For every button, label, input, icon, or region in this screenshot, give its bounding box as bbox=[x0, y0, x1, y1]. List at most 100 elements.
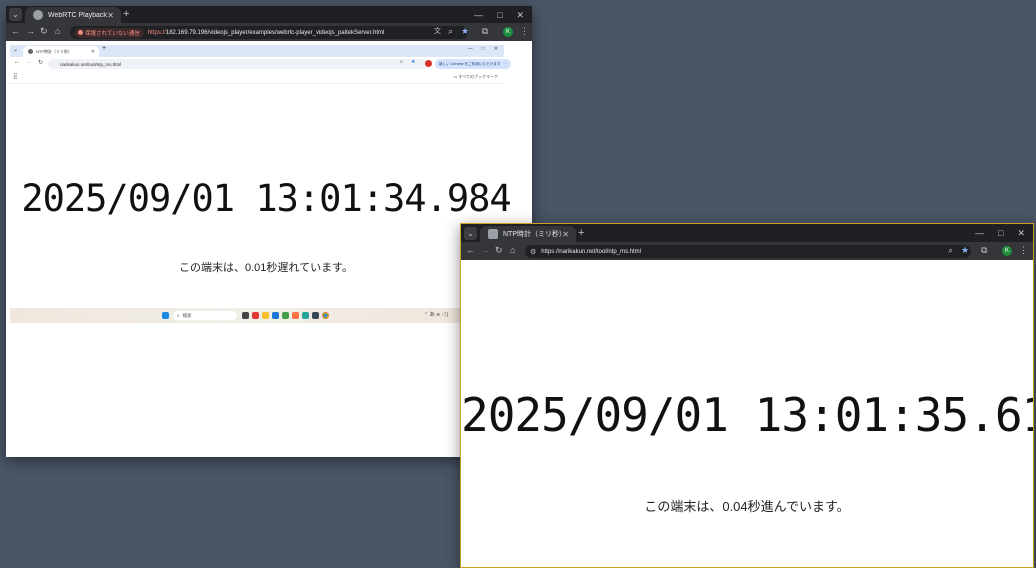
vlc-icon bbox=[291, 312, 299, 319]
inner-close-icon: ✕ bbox=[493, 46, 498, 52]
edge-icon bbox=[301, 312, 309, 319]
home-icon[interactable]: ⌂ bbox=[510, 245, 515, 255]
apps-grid-icon: ⣿ bbox=[13, 74, 18, 80]
inner-toolbar: ← → ↻ narikakun.net/tool/ntp_ms.html ⌕ ★… bbox=[10, 57, 512, 71]
inner-avatar bbox=[425, 60, 432, 67]
inner-bookmarks-text: すべてのブックマーク bbox=[458, 74, 498, 79]
minimize-icon[interactable]: — bbox=[975, 228, 984, 239]
warning-icon bbox=[78, 30, 83, 35]
app-icon bbox=[281, 312, 289, 319]
window-controls: — □ ✕ bbox=[975, 228, 1025, 239]
home-icon[interactable]: ⌂ bbox=[55, 26, 60, 36]
bookmark-star-icon[interactable]: ★ bbox=[961, 245, 969, 256]
inner-title-bar: ⌄ NTP時計（ミリ秒） ✕ + — □ ✕ bbox=[10, 45, 504, 57]
tab-search-dropdown-icon[interactable]: ⌄ bbox=[9, 8, 22, 21]
inner-offset-message: この端末は、0.01秒遅れています。 bbox=[179, 262, 353, 274]
inner-bookmarks-bar: ⣿ ▭ すべてのブックマーク bbox=[10, 71, 504, 84]
close-tab-icon[interactable]: ✕ bbox=[562, 230, 569, 239]
minimize-icon[interactable]: — bbox=[474, 10, 483, 21]
terminal-icon bbox=[311, 312, 319, 319]
inner-maximize-icon: □ bbox=[481, 46, 485, 52]
bookmark-star-icon[interactable]: ★ bbox=[461, 26, 469, 37]
close-window-icon[interactable]: ✕ bbox=[1017, 228, 1025, 239]
offset-message: この端末は、0.04秒進んでいます。 bbox=[644, 499, 850, 514]
inner-favicon bbox=[28, 49, 33, 54]
profile-avatar[interactable]: K bbox=[1002, 246, 1012, 256]
back-browser-window: ⌄ WebRTC Playback demo ✕ + — □ ✕ ← → ↻ ⌂… bbox=[6, 6, 532, 457]
inner-address-bar: narikakun.net/tool/ntp_ms.html bbox=[48, 59, 428, 69]
close-window-icon[interactable]: ✕ bbox=[516, 10, 524, 21]
back-title-bar: ⌄ WebRTC Playback demo ✕ + — □ ✕ bbox=[6, 6, 532, 23]
inner-bookmarks-label: ▭ すべてのブックマーク bbox=[454, 74, 498, 80]
address-bar[interactable]: ⚙ https://narikakun.net/tool/ntp_ms.html bbox=[525, 245, 971, 258]
translate-icon[interactable]: 文 bbox=[434, 26, 441, 36]
inner-tab-ntp: NTP時計（ミリ秒） ✕ bbox=[23, 46, 99, 57]
address-bar[interactable]: 保護されていない通信 https://182.169.79.196/videoj… bbox=[70, 26, 468, 39]
back-icon[interactable]: ← bbox=[466, 245, 475, 255]
front-toolbar: ← → ↻ ⌂ ⚙ https://narikakun.net/tool/ntp… bbox=[461, 242, 1033, 260]
copilot-icon bbox=[251, 312, 259, 319]
chrome-icon bbox=[321, 312, 329, 319]
globe-icon bbox=[33, 10, 43, 20]
inner-tab-dropdown-icon: ⌄ bbox=[13, 47, 19, 53]
inner-taskbar-search: ⌕ 検索 bbox=[173, 311, 237, 320]
security-badge-label: 保護されていない通信 bbox=[85, 30, 140, 37]
back-icon[interactable]: ← bbox=[11, 26, 20, 36]
widgets-icon bbox=[241, 312, 249, 319]
maximize-icon[interactable]: □ bbox=[497, 10, 502, 21]
url-text: https://182.169.79.196/videojs_player/ex… bbox=[148, 30, 384, 36]
zoom-icon[interactable]: ⌕ bbox=[448, 26, 453, 37]
url-rest: 182.169.79.196/videojs_player/examples/w… bbox=[165, 29, 385, 36]
tab-title: WebRTC Playback demo bbox=[48, 11, 107, 19]
inner-reload-icon: ↻ bbox=[38, 60, 44, 66]
security-warning-badge[interactable]: 保護されていない通信 bbox=[74, 27, 144, 38]
close-tab-icon[interactable]: ✕ bbox=[107, 11, 114, 20]
clock-display: 2025/09/01 13:01:35.617 bbox=[461, 388, 1034, 442]
tab-search-dropdown-icon[interactable]: ⌄ bbox=[464, 227, 477, 240]
tab-title: NTP時計（ミリ秒） bbox=[503, 231, 563, 238]
front-browser-window: ⌄ NTP時計（ミリ秒） ✕ + — □ ✕ ← → ↻ ⌂ ⚙ https:/… bbox=[460, 223, 1034, 568]
taskbar-search-icon: ⌕ bbox=[177, 313, 180, 318]
reload-icon[interactable]: ↻ bbox=[40, 26, 48, 37]
site-info-icon[interactable]: ⚙ bbox=[530, 248, 536, 256]
new-tab-button[interactable]: + bbox=[123, 8, 129, 20]
inner-tab-title: NTP時計（ミリ秒） bbox=[36, 48, 72, 54]
store-icon bbox=[271, 312, 279, 319]
inner-minimize-icon: — bbox=[467, 46, 473, 52]
back-toolbar: ← → ↻ ⌂ 保護されていない通信 https://182.169.79.19… bbox=[6, 23, 532, 41]
extensions-icon[interactable]: ⧉ bbox=[981, 245, 987, 256]
inner-clock-display: 2025/09/01 13:01:34.984 bbox=[21, 177, 511, 220]
inner-zoom-icon: ⌕ bbox=[400, 59, 403, 65]
url-scheme: https:// bbox=[147, 29, 166, 36]
inner-forward-icon: → bbox=[26, 59, 32, 65]
back-page-content: ⌄ NTP時計（ミリ秒） ✕ + — □ ✕ ← → ↻ narikakun.n… bbox=[6, 41, 532, 457]
windows-start-icon bbox=[161, 312, 169, 319]
front-page-content: 2025/09/01 13:01:35.617 この端末は、0.04秒進んでいま… bbox=[461, 260, 1033, 567]
zoom-icon[interactable]: ⌕ bbox=[948, 245, 953, 256]
forward-icon[interactable]: → bbox=[481, 245, 490, 255]
url-text: https://narikakun.net/tool/ntp_ms.html bbox=[541, 248, 641, 255]
inner-update-chrome-button: 新しい Chrome をご利用いただけます ⋮ bbox=[435, 59, 512, 69]
maximize-icon[interactable]: □ bbox=[998, 228, 1003, 239]
tray-icons: ⌃ あ ≋ ◁) bbox=[424, 312, 449, 318]
menu-icon[interactable]: ⋮ bbox=[520, 26, 529, 37]
inner-taskbar: ⌕ 検索 ⌃ あ ≋ ◁) bbox=[10, 308, 480, 323]
menu-icon[interactable]: ⋮ bbox=[1019, 245, 1028, 256]
inner-url: narikakun.net/tool/ntp_ms.html bbox=[60, 61, 122, 67]
tab-ntp-clock[interactable]: NTP時計（ミリ秒） ✕ bbox=[480, 226, 576, 242]
tab-webrtc-playback[interactable]: WebRTC Playback demo ✕ bbox=[25, 7, 121, 23]
inner-taskbar-apps: ⌕ 検索 bbox=[160, 311, 330, 320]
forward-icon[interactable]: → bbox=[26, 26, 35, 36]
window-controls: — □ ✕ bbox=[474, 10, 524, 21]
profile-avatar[interactable]: K bbox=[503, 27, 513, 37]
inner-star-icon: ★ bbox=[411, 59, 416, 65]
file-explorer-icon bbox=[261, 312, 269, 319]
new-tab-button[interactable]: + bbox=[578, 227, 584, 239]
inner-back-icon: ← bbox=[14, 59, 20, 65]
reload-icon[interactable]: ↻ bbox=[495, 245, 503, 256]
inner-update-chrome-label: 新しい Chrome をご利用いただけます bbox=[439, 61, 501, 66]
clock-favicon-icon bbox=[488, 229, 498, 239]
front-title-bar: ⌄ NTP時計（ミリ秒） ✕ + — □ ✕ bbox=[461, 224, 1033, 242]
inner-menu-icon: ⋮ bbox=[503, 62, 508, 66]
extensions-icon[interactable]: ⧉ bbox=[482, 26, 488, 37]
